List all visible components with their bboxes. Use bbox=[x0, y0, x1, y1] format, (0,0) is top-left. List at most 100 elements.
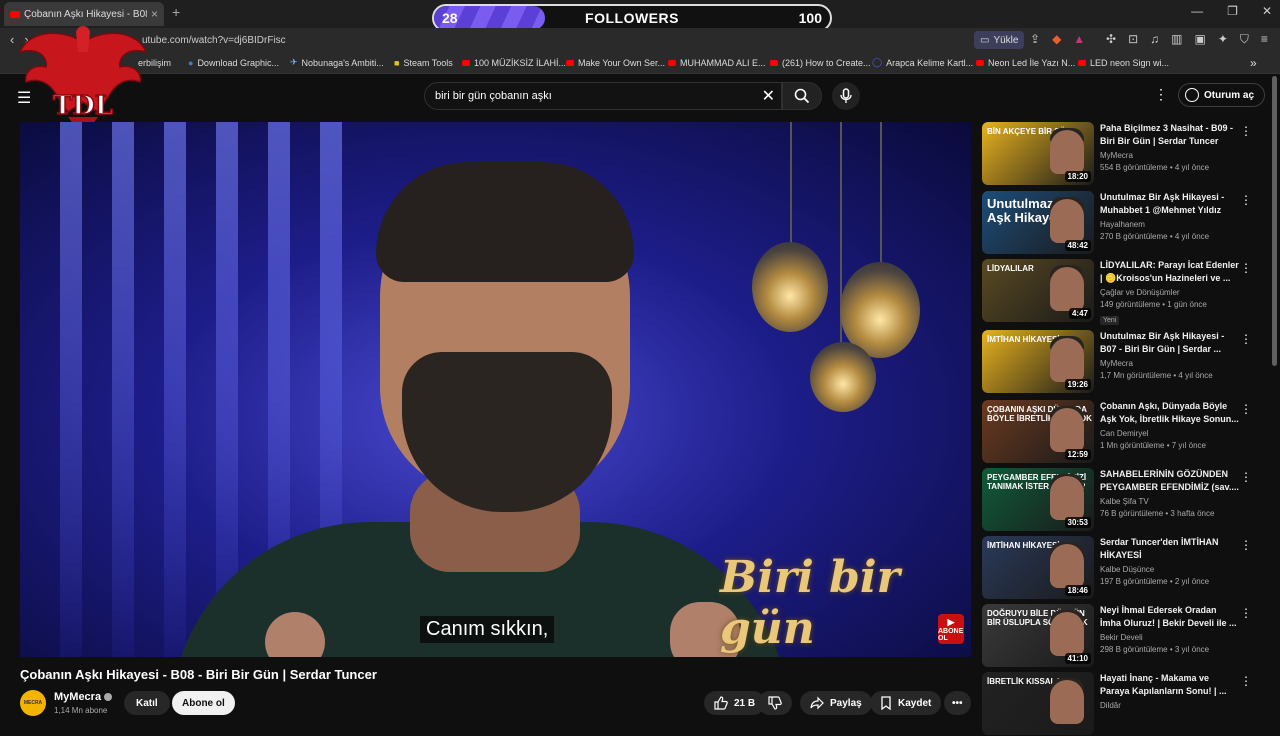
video-thumbnail[interactable]: İBRETLİK KISSALAR bbox=[982, 672, 1094, 735]
recommendation-channel[interactable]: Dildâr bbox=[1100, 701, 1240, 710]
rewards-icon[interactable]: ▲ bbox=[1073, 32, 1085, 46]
youtube-favicon-icon bbox=[10, 10, 20, 18]
more-horizontal-icon: ••• bbox=[952, 697, 963, 709]
vpn-icon[interactable]: ⛉ bbox=[1240, 32, 1249, 47]
recommendation-channel[interactable]: MyMecra bbox=[1100, 359, 1240, 368]
upload-button[interactable]: ▭ Yükle bbox=[974, 31, 1025, 49]
ai-icon[interactable]: ✦ bbox=[1218, 32, 1228, 47]
url-text[interactable]: utube.com/watch?v=dj6BIDrFisc bbox=[142, 35, 286, 46]
recommendation-item[interactable]: İMTİHAN HİKAYESİ 19:26 Unutulmaz Bir Aşk… bbox=[982, 330, 1272, 394]
video-thumbnail[interactable]: İMTİHAN HİKAYESİ 18:46 bbox=[982, 536, 1094, 599]
recommendation-channel[interactable]: Bekir Develi bbox=[1100, 633, 1240, 642]
search-button[interactable] bbox=[782, 82, 822, 110]
recommendation-title[interactable]: Neyi İhmal Edersek Oradan İmha Oluruz! |… bbox=[1100, 604, 1240, 630]
bookmark-item[interactable]: ◯ Arapca Kelime Kartl... bbox=[872, 57, 973, 68]
save-button[interactable]: Kaydet bbox=[870, 691, 942, 715]
lantern bbox=[810, 342, 876, 412]
subscribe-button[interactable]: Abone ol bbox=[172, 691, 235, 715]
brave-shield-icon[interactable]: ◆ bbox=[1052, 32, 1061, 46]
video-thumbnail[interactable]: ÇOBANIN AŞKI DÜNYADA BÖYLE İBRETLİK AŞK … bbox=[982, 400, 1094, 463]
recommendation-menu-icon[interactable]: ⋮ bbox=[1240, 332, 1252, 346]
share-icon[interactable]: ⇪ bbox=[1030, 32, 1040, 46]
hamburger-menu-icon[interactable]: ☰ bbox=[17, 88, 31, 108]
more-actions-button[interactable]: ••• bbox=[944, 691, 971, 715]
sidebar-icon[interactable]: ▥ bbox=[1171, 32, 1182, 47]
recommendation-title[interactable]: Unutulmaz Bir Aşk Hikayesi - Muhabbet 1 … bbox=[1100, 191, 1240, 217]
recommendation-title[interactable]: Çobanın Aşkı, Dünyada Böyle Aşk Yok, İbr… bbox=[1100, 400, 1240, 426]
recommendation-title[interactable]: Serdar Tuncer'den İMTİHAN HİKAYESİ bbox=[1100, 536, 1240, 562]
channel-avatar[interactable]: MECRA bbox=[20, 690, 46, 716]
recommendation-item[interactable]: DOĞRUYU BİLE DÜZGÜN BİR ÜSLUPLA SÖYLEMEK… bbox=[982, 604, 1272, 668]
share-button[interactable]: Paylaş bbox=[800, 691, 872, 715]
recommendation-title[interactable]: Unutulmaz Bir Aşk Hikayesi - B07 - Biri … bbox=[1100, 330, 1240, 356]
recommendation-channel[interactable]: Kalbe Şifa TV bbox=[1100, 497, 1240, 506]
bookmark-item[interactable]: MUHAMMAD ALI E... bbox=[668, 58, 766, 68]
like-button[interactable]: 21 B bbox=[704, 691, 766, 715]
recommendation-channel[interactable]: Kalbe Düşünce bbox=[1100, 565, 1240, 574]
recommendation-menu-icon[interactable]: ⋮ bbox=[1240, 538, 1252, 552]
recommendation-menu-icon[interactable]: ⋮ bbox=[1240, 402, 1252, 416]
voice-search-button[interactable] bbox=[832, 82, 860, 110]
bookmark-item[interactable]: ■ Steam Tools bbox=[394, 58, 453, 68]
recommendation-title[interactable]: SAHABELERİNİN GÖZÜNDEN PEYGAMBER EFENDİM… bbox=[1100, 468, 1240, 494]
recommendation-item[interactable]: ÇOBANIN AŞKI DÜNYADA BÖYLE İBRETLİK AŞK … bbox=[982, 400, 1272, 464]
screenshot-icon[interactable]: ⊡ bbox=[1128, 32, 1138, 47]
recommendation-menu-icon[interactable]: ⋮ bbox=[1240, 193, 1252, 207]
recommendation-channel[interactable]: Çağlar ve Dönüşümler bbox=[1100, 288, 1240, 297]
video-thumbnail[interactable]: Unutulmaz Bir Aşk Hikayesi 48:42 bbox=[982, 191, 1094, 254]
recommendation-item[interactable]: İMTİHAN HİKAYESİ 18:46 Serdar Tuncer'den… bbox=[982, 536, 1272, 600]
page-scrollbar[interactable] bbox=[1272, 76, 1277, 366]
bookmarks-bar: erbilişim ● Download Graphic... ✈ Nobunaga… bbox=[0, 52, 1280, 74]
recommendation-menu-icon[interactable]: ⋮ bbox=[1240, 470, 1252, 484]
minimize-icon[interactable]: — bbox=[1191, 4, 1203, 18]
extensions-icon[interactable]: ✣ bbox=[1106, 32, 1116, 47]
search-input[interactable]: biri bir gün çobanın aşkı ✕ bbox=[424, 82, 782, 110]
video-thumbnail[interactable]: DOĞRUYU BİLE DÜZGÜN BİR ÜSLUPLA SÖYLEMEK… bbox=[982, 604, 1094, 667]
recommendation-item[interactable]: İBRETLİK KISSALAR Hayati İnanç - Makama … bbox=[982, 672, 1272, 736]
subscribe-watermark[interactable]: ▶ ABONE OL bbox=[938, 614, 964, 644]
recommendation-item[interactable]: LİDYALILAR 4:47 LİDYALILAR: Parayı İcat … bbox=[982, 259, 1272, 325]
menu-icon[interactable]: ≡ bbox=[1261, 32, 1268, 47]
more-bookmarks-icon[interactable]: » bbox=[1250, 56, 1257, 70]
subscribe-watermark-label: ABONE OL bbox=[938, 628, 964, 642]
bookmark-item[interactable]: Make Your Own Ser... bbox=[566, 58, 665, 68]
video-thumbnail[interactable]: PEYGAMBER EFENDİMİZİ TANIMAK İSTER MİSİN… bbox=[982, 468, 1094, 531]
recommendation-item[interactable]: BİN AKÇEYE BİR SÖZ 18:20 Paha Biçilmez 3… bbox=[982, 122, 1272, 186]
recommendation-menu-icon[interactable]: ⋮ bbox=[1240, 261, 1252, 275]
close-window-icon[interactable]: ✕ bbox=[1262, 4, 1272, 18]
bookmark-item[interactable]: Neon Led İle Yazı N... bbox=[976, 58, 1075, 68]
recommendation-info: SAHABELERİNİN GÖZÜNDEN PEYGAMBER EFENDİM… bbox=[1100, 468, 1240, 518]
bookmark-item[interactable]: ● Download Graphic... bbox=[188, 58, 279, 68]
video-thumbnail[interactable]: BİN AKÇEYE BİR SÖZ 18:20 bbox=[982, 122, 1094, 185]
channel-name[interactable]: MyMecra bbox=[54, 691, 113, 703]
recommendation-menu-icon[interactable]: ⋮ bbox=[1240, 606, 1252, 620]
new-tab-button[interactable]: + bbox=[172, 4, 180, 20]
video-thumbnail[interactable]: LİDYALILAR 4:47 bbox=[982, 259, 1094, 322]
recommendation-channel[interactable]: Hayalhanem bbox=[1100, 220, 1240, 229]
video-thumbnail[interactable]: İMTİHAN HİKAYESİ 19:26 bbox=[982, 330, 1094, 393]
recommendation-title[interactable]: Paha Biçilmez 3 Nasihat - B09 - Biri Bir… bbox=[1100, 122, 1240, 148]
bookmark-item[interactable]: ✈ Nobunaga's Ambiti... bbox=[290, 57, 384, 68]
recommendation-title[interactable]: LİDYALILAR: Parayı İcat Edenler | 🪙Krois… bbox=[1100, 259, 1240, 285]
recommendation-item[interactable]: PEYGAMBER EFENDİMİZİ TANIMAK İSTER MİSİN… bbox=[982, 468, 1272, 532]
music-icon[interactable]: ♫ bbox=[1150, 32, 1159, 47]
bookmark-item[interactable]: LED neon Sign wi... bbox=[1078, 58, 1169, 68]
video-player[interactable]: Biri bir gün ▶ ABONE OL Canım sıkkın, bbox=[20, 122, 971, 657]
signin-button[interactable]: Oturum aç bbox=[1178, 83, 1266, 107]
wallet-icon[interactable]: ▣ bbox=[1194, 32, 1205, 47]
back-icon[interactable]: ‹ bbox=[10, 32, 14, 48]
bookmark-item[interactable]: (261) How to Create... bbox=[770, 58, 871, 68]
recommendation-item[interactable]: Unutulmaz Bir Aşk Hikayesi 48:42 Unutulm… bbox=[982, 191, 1272, 255]
join-button[interactable]: Katıl bbox=[124, 691, 170, 715]
recommendation-menu-icon[interactable]: ⋮ bbox=[1240, 124, 1252, 138]
clear-search-icon[interactable]: ✕ bbox=[762, 86, 775, 106]
dislike-button[interactable] bbox=[758, 691, 792, 715]
recommendation-channel[interactable]: Can Demiryel bbox=[1100, 429, 1240, 438]
recommendation-channel[interactable]: MyMecra bbox=[1100, 151, 1240, 160]
bookmark-item[interactable]: 100 MÜZİKSİZ İLAHİ... bbox=[462, 58, 566, 68]
recommendation-title[interactable]: Hayati İnanç - Makama ve Paraya Kapılanl… bbox=[1100, 672, 1240, 698]
recommendation-menu-icon[interactable]: ⋮ bbox=[1240, 674, 1252, 688]
tab-close-icon[interactable]: × bbox=[151, 7, 158, 21]
settings-kebab-icon[interactable]: ⋮ bbox=[1154, 86, 1168, 103]
restore-icon[interactable]: ❐ bbox=[1227, 4, 1238, 18]
